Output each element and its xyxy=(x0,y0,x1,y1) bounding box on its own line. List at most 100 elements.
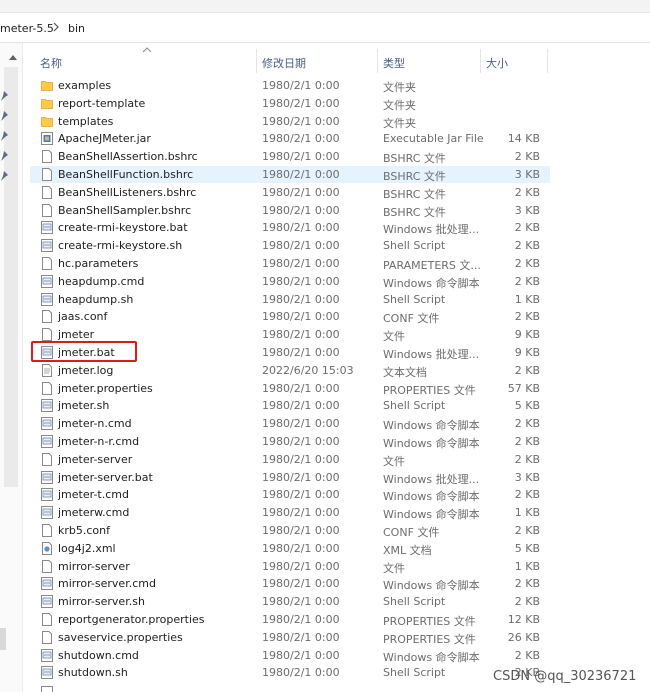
file-row[interactable]: saveservice.properties 1980/2/1 0:00 PROPE… xyxy=(30,629,550,646)
sort-ascending-icon xyxy=(142,47,152,53)
file-row[interactable]: jmeter-n.cmd 1980/2/1 0:00 Windows 命令脚本 2 K… xyxy=(30,415,550,432)
breadcrumb-current[interactable]: bin xyxy=(68,22,85,35)
breadcrumb-parent[interactable]: meter-5.5 xyxy=(0,22,54,35)
xml-file-icon xyxy=(41,541,53,555)
file-row[interactable]: BeanShellListeners.bshrc 1980/2/1 0:00 BSH… xyxy=(30,184,550,201)
file-row[interactable]: log4j2.xml 1980/2/1 0:00 XML 文档 5 KB xyxy=(30,540,550,557)
cut-off-row xyxy=(30,686,550,692)
file-icon xyxy=(41,310,53,324)
column-divider[interactable] xyxy=(256,49,257,73)
column-header-type[interactable]: 类型 xyxy=(383,55,405,71)
file-row[interactable]: BeanShellFunction.bshrc 1980/2/1 0:00 BSHR… xyxy=(30,166,550,183)
file-row[interactable]: shutdown.cmd 1980/2/1 0:00 Windows 命令脚本 2 K… xyxy=(30,647,550,664)
file-row[interactable]: create-rmi-keystore.sh 1980/2/1 0:00 Shell… xyxy=(30,237,550,254)
file-date: 1980/2/1 0:00 xyxy=(262,168,340,181)
file-type: Shell Script xyxy=(383,399,446,413)
file-row[interactable]: report-template 1980/2/1 0:00 文件夹 xyxy=(30,95,550,112)
file-size: 2 KB xyxy=(514,488,540,502)
file-size: 2 KB xyxy=(514,577,540,591)
file-type: Executable Jar File xyxy=(383,132,484,146)
column-header-name[interactable]: 名称 xyxy=(40,55,62,71)
file-size: 2 KB xyxy=(514,185,540,199)
file-row[interactable]: mirror-server 1980/2/1 0:00 文件 1 KB xyxy=(30,558,550,575)
file-size: 5 KB xyxy=(514,541,540,555)
script-file-icon xyxy=(41,274,53,288)
file-icon xyxy=(41,613,53,626)
file-row[interactable]: heapdump.sh 1980/2/1 0:00 Shell Script 1 KB xyxy=(30,291,550,308)
file-name: mirror-server xyxy=(58,559,130,573)
scroll-up-icon[interactable] xyxy=(8,53,18,61)
file-size: 3 KB xyxy=(514,470,540,484)
file-date: 1980/2/1 0:00 xyxy=(262,577,340,591)
file-row[interactable]: hc.parameters 1980/2/1 0:00 PARAMETERS 文..… xyxy=(30,255,550,272)
column-header-date[interactable]: 修改日期 xyxy=(262,55,306,71)
file-size: 9 KB xyxy=(514,346,540,359)
folder-icon xyxy=(41,97,53,110)
file-name: shutdown.sh xyxy=(58,666,128,680)
column-divider[interactable] xyxy=(377,49,378,73)
column-header-size[interactable]: 大小 xyxy=(486,55,508,71)
file-type: BSHRC 文件 xyxy=(383,170,446,183)
file-row[interactable]: shutdown.sh 1980/2/1 0:00 Shell Script 2 KB xyxy=(30,664,550,681)
file-name: ApacheJMeter.jar xyxy=(58,132,151,146)
file-size: 1 KB xyxy=(514,292,540,306)
file-name: reportgenerator.properties xyxy=(58,613,205,626)
file-row[interactable]: jmeter-t.cmd 1980/2/1 0:00 Windows 命令脚本 2 K… xyxy=(30,486,550,503)
file-row[interactable]: ApacheJMeter.jar 1980/2/1 0:00 Executable … xyxy=(30,130,550,147)
file-row[interactable]: jmeter.log 2022/6/20 15:03 文本文档 2 KB xyxy=(30,362,550,379)
file-type: 文件夹 xyxy=(383,81,416,94)
file-row[interactable]: examples 1980/2/1 0:00 文件夹 xyxy=(30,77,550,94)
file-size: 2 KB xyxy=(514,524,540,537)
file-row[interactable]: templates 1980/2/1 0:00 文件夹 xyxy=(30,113,550,130)
file-date: 1980/2/1 0:00 xyxy=(262,346,340,359)
navigation-pane xyxy=(0,43,23,692)
file-row[interactable]: mirror-server.sh 1980/2/1 0:00 Shell Scrip… xyxy=(30,593,550,610)
file-icon xyxy=(41,150,53,164)
file-row[interactable]: jmeter.sh 1980/2/1 0:00 Shell Script 5 KB xyxy=(30,397,550,414)
file-date: 1980/2/1 0:00 xyxy=(262,203,340,217)
file-row[interactable]: BeanShellSampler.bshrc 1980/2/1 0:00 BSHRC… xyxy=(30,202,550,219)
file-type: 文件夹 xyxy=(383,116,416,130)
file-row[interactable]: create-rmi-keystore.bat 1980/2/1 0:00 Wind… xyxy=(30,219,550,236)
file-name: log4j2.xml xyxy=(58,541,116,555)
file-name: BeanShellFunction.bshrc xyxy=(58,168,194,181)
file-row[interactable]: jaas.conf 1980/2/1 0:00 CONF 文件 2 KB xyxy=(30,308,550,325)
file-size: 2 KB xyxy=(514,595,540,609)
file-row[interactable]: BeanShellAssertion.bshrc 1980/2/1 0:00 BSH… xyxy=(30,148,550,165)
file-size: 2 KB xyxy=(514,274,540,288)
file-icon xyxy=(41,168,53,181)
file-type: PROPERTIES 文件 xyxy=(383,615,476,628)
chevron-right-icon[interactable] xyxy=(52,21,60,33)
address-bar[interactable]: meter-5.5 bin xyxy=(0,14,650,43)
file-name: BeanShellAssertion.bshrc xyxy=(58,150,198,164)
file-type: XML 文档 xyxy=(383,543,432,557)
file-size: 1 KB xyxy=(514,559,540,573)
file-row[interactable]: mirror-server.cmd 1980/2/1 0:00 Windows 命令… xyxy=(30,575,550,592)
column-divider[interactable] xyxy=(480,49,481,73)
file-date: 1980/2/1 0:00 xyxy=(262,435,340,448)
column-divider[interactable] xyxy=(547,49,548,73)
file-size: 2 KB xyxy=(514,648,540,662)
file-type: Windows 命令脚本 xyxy=(383,276,480,290)
file-date: 1980/2/1 0:00 xyxy=(262,221,340,235)
file-row[interactable]: jmeter-server 1980/2/1 0:00 文件 2 KB xyxy=(30,451,550,468)
file-icon xyxy=(41,185,53,199)
file-date: 1980/2/1 0:00 xyxy=(262,666,340,680)
nav-scrollbar-thumb[interactable] xyxy=(4,67,18,487)
file-row[interactable]: jmeter.properties 1980/2/1 0:00 PROPERTIES… xyxy=(30,380,550,397)
file-type: 文件 xyxy=(383,561,405,575)
file-row[interactable]: jmeter-n-r.cmd 1980/2/1 0:00 Windows 命令脚本 2… xyxy=(30,433,550,450)
file-icon xyxy=(41,328,53,342)
file-row[interactable]: jmeterw.cmd 1980/2/1 0:00 Windows 命令脚本 1 KB xyxy=(30,504,550,521)
file-size: 57 KB xyxy=(507,381,540,395)
file-type: Windows 命令脚本 xyxy=(383,650,480,664)
file-name: jmeter-n-r.cmd xyxy=(58,435,140,448)
file-size: 1 KB xyxy=(514,506,540,520)
file-row[interactable]: reportgenerator.properties 1980/2/1 0:00 P… xyxy=(30,611,550,628)
folder-icon xyxy=(41,115,53,128)
jar-file-icon xyxy=(41,132,53,146)
script-file-icon xyxy=(41,399,53,413)
file-row[interactable]: jmeter-server.bat 1980/2/1 0:00 Windows 批处… xyxy=(30,469,550,486)
file-row[interactable]: heapdump.cmd 1980/2/1 0:00 Windows 命令脚本 2 K… xyxy=(30,273,550,290)
file-row[interactable]: krb5.conf 1980/2/1 0:00 CONF 文件 2 KB xyxy=(30,522,550,539)
